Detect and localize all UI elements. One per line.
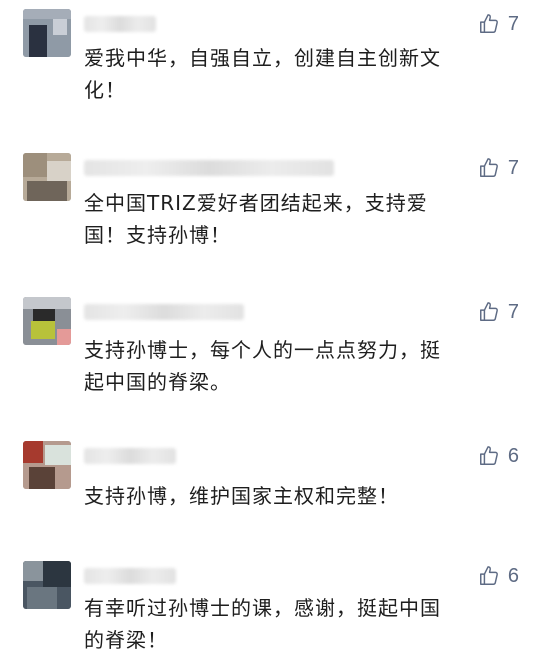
- comment-text: 支持孙博，维护国家主权和完整！: [84, 484, 399, 508]
- avatar[interactable]: [23, 297, 71, 345]
- username-blurred: [84, 448, 176, 464]
- thumbs-up-icon: [479, 14, 498, 33]
- thumbs-up-icon: [479, 566, 498, 585]
- username-blurred: [84, 568, 176, 584]
- comment-item: 7 爱我中华，自强自立，创建自主创新文 化！: [0, 8, 541, 113]
- comment-text: 支持孙博士，每个人的一点点努力，挺 起中国的脊梁。: [84, 338, 441, 394]
- comment-text: 有幸听过孙博士的课，感谢，挺起中国 的脊梁！: [84, 596, 441, 652]
- like-button[interactable]: 7: [478, 11, 519, 37]
- username-blurred: [84, 304, 244, 320]
- comment-item: 6 有幸听过孙博士的课，感谢，挺起中国 的脊梁！: [0, 560, 541, 663]
- thumbs-up-icon: [479, 446, 498, 465]
- like-button[interactable]: 6: [478, 443, 519, 469]
- comment-text: 全中国TRIZ爱好者团结起来，支持爱 国！支持孙博！: [84, 191, 428, 247]
- like-count: 7: [507, 156, 519, 179]
- like-button[interactable]: 7: [478, 155, 519, 181]
- avatar[interactable]: [23, 441, 71, 489]
- avatar[interactable]: [23, 153, 71, 201]
- like-count: 7: [507, 300, 519, 323]
- thumbs-up-icon: [479, 158, 498, 177]
- avatar[interactable]: [23, 561, 71, 609]
- comment-item: 7 支持孙博士，每个人的一点点努力，挺 起中国的脊梁。: [0, 296, 541, 401]
- like-count: 7: [507, 12, 519, 35]
- comment-text: 爱我中华，自强自立，创建自主创新文 化！: [84, 46, 441, 102]
- username-blurred: [84, 16, 156, 32]
- like-count: 6: [507, 444, 519, 467]
- comment-item: 6 支持孙博，维护国家主权和完整！: [0, 440, 541, 520]
- thumbs-up-icon: [479, 302, 498, 321]
- like-button[interactable]: 6: [478, 563, 519, 589]
- like-count: 6: [507, 564, 519, 587]
- avatar[interactable]: [23, 9, 71, 57]
- comment-item: 7 全中国TRIZ爱好者团结起来，支持爱 国！支持孙博！: [0, 152, 541, 257]
- like-button[interactable]: 7: [478, 299, 519, 325]
- username-blurred: [84, 160, 334, 176]
